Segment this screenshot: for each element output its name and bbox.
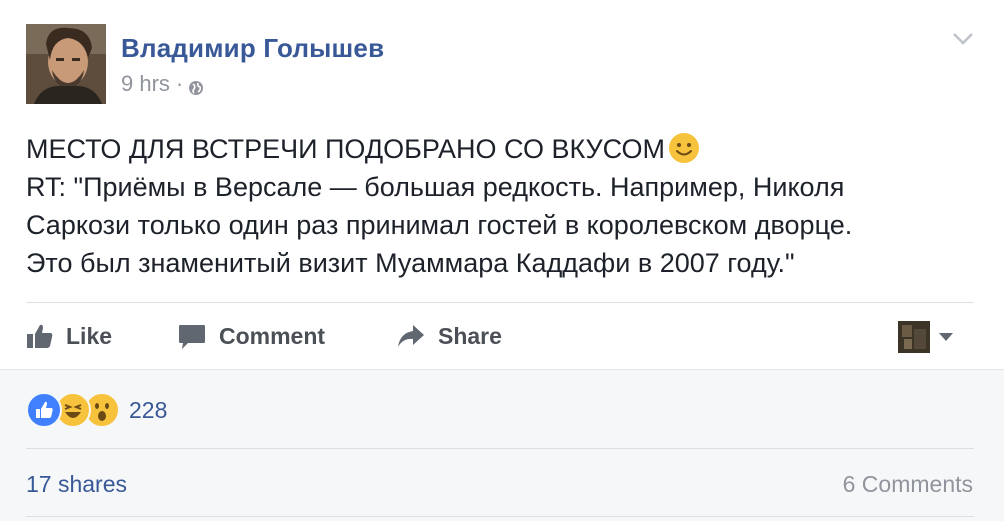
post-text-line-4: Это был знаменитый визит Муаммара Каддаф…	[26, 248, 795, 278]
share-label: Share	[438, 322, 502, 349]
post-text-line-2: RT: "Приёмы в Версале — большая редкость…	[26, 172, 845, 202]
footer-divider	[26, 448, 974, 449]
share-button[interactable]: Share	[396, 305, 502, 367]
like-reaction-icon	[26, 392, 62, 428]
post-as-selector[interactable]	[898, 321, 954, 353]
reaction-count: 228	[129, 396, 168, 423]
action-bar: Like Comment Share	[0, 305, 1004, 367]
post-text-line-1-text: МЕСТО ДЛЯ ВСТРЕЧИ ПОДОБРАНО СО ВКУСОМ	[26, 134, 666, 164]
share-icon	[398, 325, 424, 347]
globe-icon[interactable]	[188, 76, 204, 95]
thumbs-up-icon	[27, 324, 53, 348]
actions-divider	[26, 302, 974, 303]
footer-bottom-divider	[26, 516, 974, 517]
post-footer: 228 17 shares 6 Comments	[0, 369, 1004, 521]
reactions-summary[interactable]: 228	[26, 392, 167, 428]
post-text-line-3: Саркози только один раз принимал гостей …	[26, 210, 853, 240]
comments-link[interactable]: 6 Comments	[843, 471, 973, 498]
comment-button[interactable]: Comment	[177, 305, 325, 367]
smile-icon	[667, 131, 701, 165]
facebook-post: Владимир Голышев 9 hrs · МЕСТО ДЛЯ ВСТРЕ…	[0, 0, 1004, 521]
like-label: Like	[66, 322, 113, 349]
author-name[interactable]: Владимир Голышев	[121, 33, 384, 64]
post-text: МЕСТО ДЛЯ ВСТРЕЧИ ПОДОБРАНО СО ВКУСОМ RT…	[26, 130, 986, 282]
comment-label: Comment	[219, 322, 326, 349]
comment-icon	[179, 325, 205, 349]
post-meta: 9 hrs ·	[121, 71, 204, 97]
post-text-line-1: МЕСТО ДЛЯ ВСТРЕЧИ ПОДОБРАНО СО ВКУСОМ	[26, 130, 986, 168]
post-time[interactable]: 9 hrs	[121, 71, 170, 97]
meta-separator: ·	[175, 71, 184, 96]
like-button[interactable]: Like	[26, 305, 112, 367]
shares-link[interactable]: 17 shares	[26, 471, 127, 498]
chevron-down-icon[interactable]	[952, 32, 974, 46]
viewer-avatar	[898, 321, 930, 353]
caret-down-icon	[939, 333, 953, 341]
author-avatar[interactable]	[26, 24, 106, 104]
